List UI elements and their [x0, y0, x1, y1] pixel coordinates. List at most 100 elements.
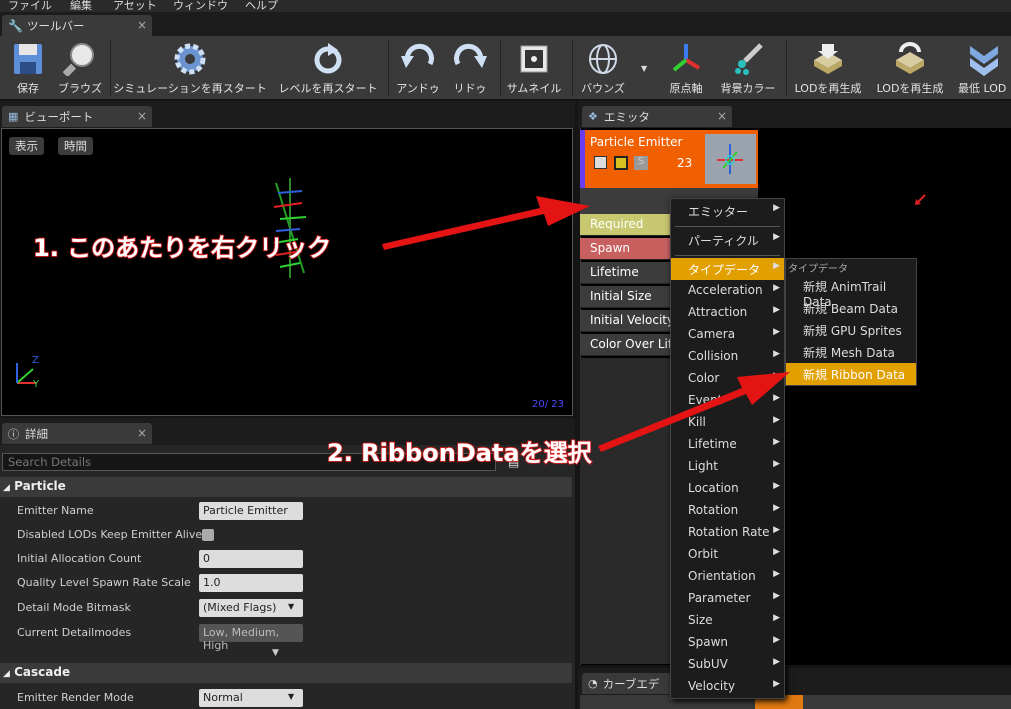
menu-item-label: Orientation	[688, 569, 756, 583]
context-item-parameter[interactable]: Parameter ▶	[671, 588, 784, 610]
submenu-item-beam[interactable]: 新規 Beam Data	[786, 297, 916, 319]
context-item-rotation[interactable]: Rotation ▶	[671, 500, 784, 522]
module-stack-empty[interactable]	[580, 358, 670, 664]
tab-viewport-label: ビューポート	[24, 109, 94, 124]
context-item-acceleration[interactable]: Acceleration ▶	[671, 280, 784, 302]
context-item-attraction[interactable]: Attraction ▶	[671, 302, 784, 324]
menu-item-label: Camera	[688, 327, 736, 341]
close-icon[interactable]: ×	[137, 18, 147, 32]
context-item-spawn[interactable]: Spawn ▶	[671, 632, 784, 654]
initial-allocation-field[interactable]: 0	[199, 550, 303, 568]
save-button[interactable]: 保存	[8, 36, 48, 100]
menu-item-label: Kill	[688, 415, 706, 429]
submenu-item-animtrail[interactable]: 新規 AnimTrail Data	[786, 275, 916, 309]
submenu-item-mesh[interactable]: 新規 Mesh Data	[786, 341, 916, 363]
emitter-header[interactable]: Particle Emitter S 23	[580, 130, 758, 188]
lowest-lod-label: 最低 LOD	[958, 82, 1007, 95]
module-spawn[interactable]: Spawn	[580, 238, 670, 260]
tab-viewport[interactable]: ▦ ビューポート ×	[2, 106, 152, 127]
undo-button[interactable]: アンドゥ	[396, 36, 440, 100]
context-item-size[interactable]: Size ▶	[671, 610, 784, 632]
bounds-label: バウンズ	[581, 82, 625, 95]
module-required[interactable]: Required	[580, 214, 670, 236]
menu-item-label: Spawn	[688, 635, 729, 649]
emitter-name-field[interactable]: Particle Emitter	[199, 502, 303, 520]
context-item-emitter[interactable]: エミッター ▶	[671, 200, 784, 222]
quality-level-field[interactable]: 1.0	[199, 574, 303, 592]
lowest-lod-button[interactable]: 最低 LOD	[958, 36, 1006, 100]
particle-mode-icon[interactable]	[614, 156, 628, 170]
menu-item-label: Rotation Rate	[688, 525, 770, 539]
tab-curve-editor[interactable]: ◔ カーブエデ	[582, 673, 682, 694]
module-color-over-life[interactable]: Color Over Lif	[580, 334, 670, 356]
module-lifetime[interactable]: Lifetime	[580, 262, 670, 284]
context-item-orientation[interactable]: Orientation ▶	[671, 566, 784, 588]
context-item-lifetime[interactable]: Lifetime ▶	[671, 434, 784, 456]
origin-axis-icon	[672, 44, 701, 72]
context-item-subuv[interactable]: SubUV ▶	[671, 654, 784, 676]
disabled-lods-checkbox[interactable]	[202, 529, 214, 541]
particle-counter: 20/ 23	[532, 399, 564, 410]
tab-toolbar[interactable]: 🔧 ツールバー ×	[2, 15, 152, 36]
context-item-event[interactable]: Event ▶	[671, 390, 784, 412]
context-item-light[interactable]: Light ▶	[671, 456, 784, 478]
viewport[interactable]: 表示 時間 Z Y 20/ 23	[1, 128, 573, 416]
particle-section-header[interactable]: ◢ Particle	[0, 477, 572, 497]
bounds-button[interactable]: バウンズ	[581, 36, 625, 100]
context-item-typedata[interactable]: タイプデータ ▶	[671, 258, 784, 280]
restart-simulation-label: シミュレーションを再スタート	[113, 82, 267, 95]
context-item-collision[interactable]: Collision ▶	[671, 346, 784, 368]
viewport-icon: ▦	[8, 110, 19, 123]
browse-button[interactable]: ブラウズ	[58, 36, 102, 100]
submenu-arrow-icon: ▶	[773, 327, 780, 337]
solo-badge[interactable]: S	[634, 156, 648, 170]
small-red-arrow-icon	[915, 194, 926, 205]
context-item-color[interactable]: Color ▶	[671, 368, 784, 390]
browse-icon	[63, 43, 94, 76]
tab-details-label: 詳細	[25, 426, 48, 441]
restart-simulation-button[interactable]: シミュレーションを再スタート	[113, 36, 267, 100]
property-render-mode: Emitter Render Mode Normal ▼	[0, 686, 572, 709]
close-icon[interactable]: ×	[717, 109, 727, 123]
context-item-rotation-rate[interactable]: Rotation Rate ▶	[671, 522, 784, 544]
submenu-arrow-icon: ▶	[773, 635, 780, 645]
menu-item-label: Attraction	[688, 305, 748, 319]
menu-item-label: パーティクル	[688, 234, 759, 248]
submenu-item-gpu-sprites[interactable]: 新規 GPU Sprites	[786, 319, 916, 341]
save-icon	[14, 44, 42, 74]
bounds-dropdown-icon[interactable]: ▼	[641, 64, 647, 73]
cascade-section-header[interactable]: ◢ Cascade	[0, 663, 572, 683]
restart-level-button[interactable]: レベルを再スタート	[279, 36, 378, 100]
show-button[interactable]: 表示	[9, 137, 44, 155]
regen-lod-button[interactable]: LODを再生成	[795, 36, 861, 100]
module-initial-velocity[interactable]: Initial Velocity	[580, 310, 670, 332]
collapse-arrow-icon: ◢	[3, 483, 10, 493]
module-initial-size[interactable]: Initial Size	[580, 286, 670, 308]
submenu-arrow-icon: ▶	[773, 393, 780, 403]
browse-label: ブラウズ	[58, 82, 102, 95]
tab-emitter[interactable]: ❖ エミッタ ×	[582, 106, 732, 127]
tab-details[interactable]: ⓘ 詳細 ×	[2, 423, 152, 444]
menu-item-label: Orbit	[688, 547, 719, 561]
context-item-velocity[interactable]: Velocity ▶	[671, 676, 784, 698]
enable-checkbox[interactable]	[594, 156, 607, 169]
background-color-button[interactable]: 背景カラー	[721, 36, 776, 100]
close-icon[interactable]: ×	[137, 109, 147, 123]
redo-button[interactable]: リドゥ	[450, 36, 490, 100]
thumbnail-button[interactable]: サムネイル	[507, 36, 561, 100]
context-item-location[interactable]: Location ▶	[671, 478, 784, 500]
typedata-submenu: タイプデータ 新規 AnimTrail Data 新規 Beam Data 新規…	[785, 258, 917, 386]
regen-lod-button-2[interactable]: LODを再生成	[877, 36, 943, 100]
expand-advanced-icon[interactable]: ▼	[272, 648, 279, 658]
submenu-item-ribbon[interactable]: 新規 Ribbon Data	[786, 363, 916, 385]
menu-divider	[675, 226, 780, 227]
time-button[interactable]: 時間	[58, 137, 93, 155]
context-item-kill[interactable]: Kill ▶	[671, 412, 784, 434]
close-icon[interactable]: ×	[137, 426, 147, 440]
context-item-particle[interactable]: パーティクル ▶	[671, 229, 784, 251]
menu-item-label: Light	[688, 459, 718, 473]
origin-axis-button[interactable]: 原点軸	[666, 36, 706, 100]
context-item-camera[interactable]: Camera ▶	[671, 324, 784, 346]
context-item-orbit[interactable]: Orbit ▶	[671, 544, 784, 566]
curve-icon: ◔	[588, 677, 598, 690]
